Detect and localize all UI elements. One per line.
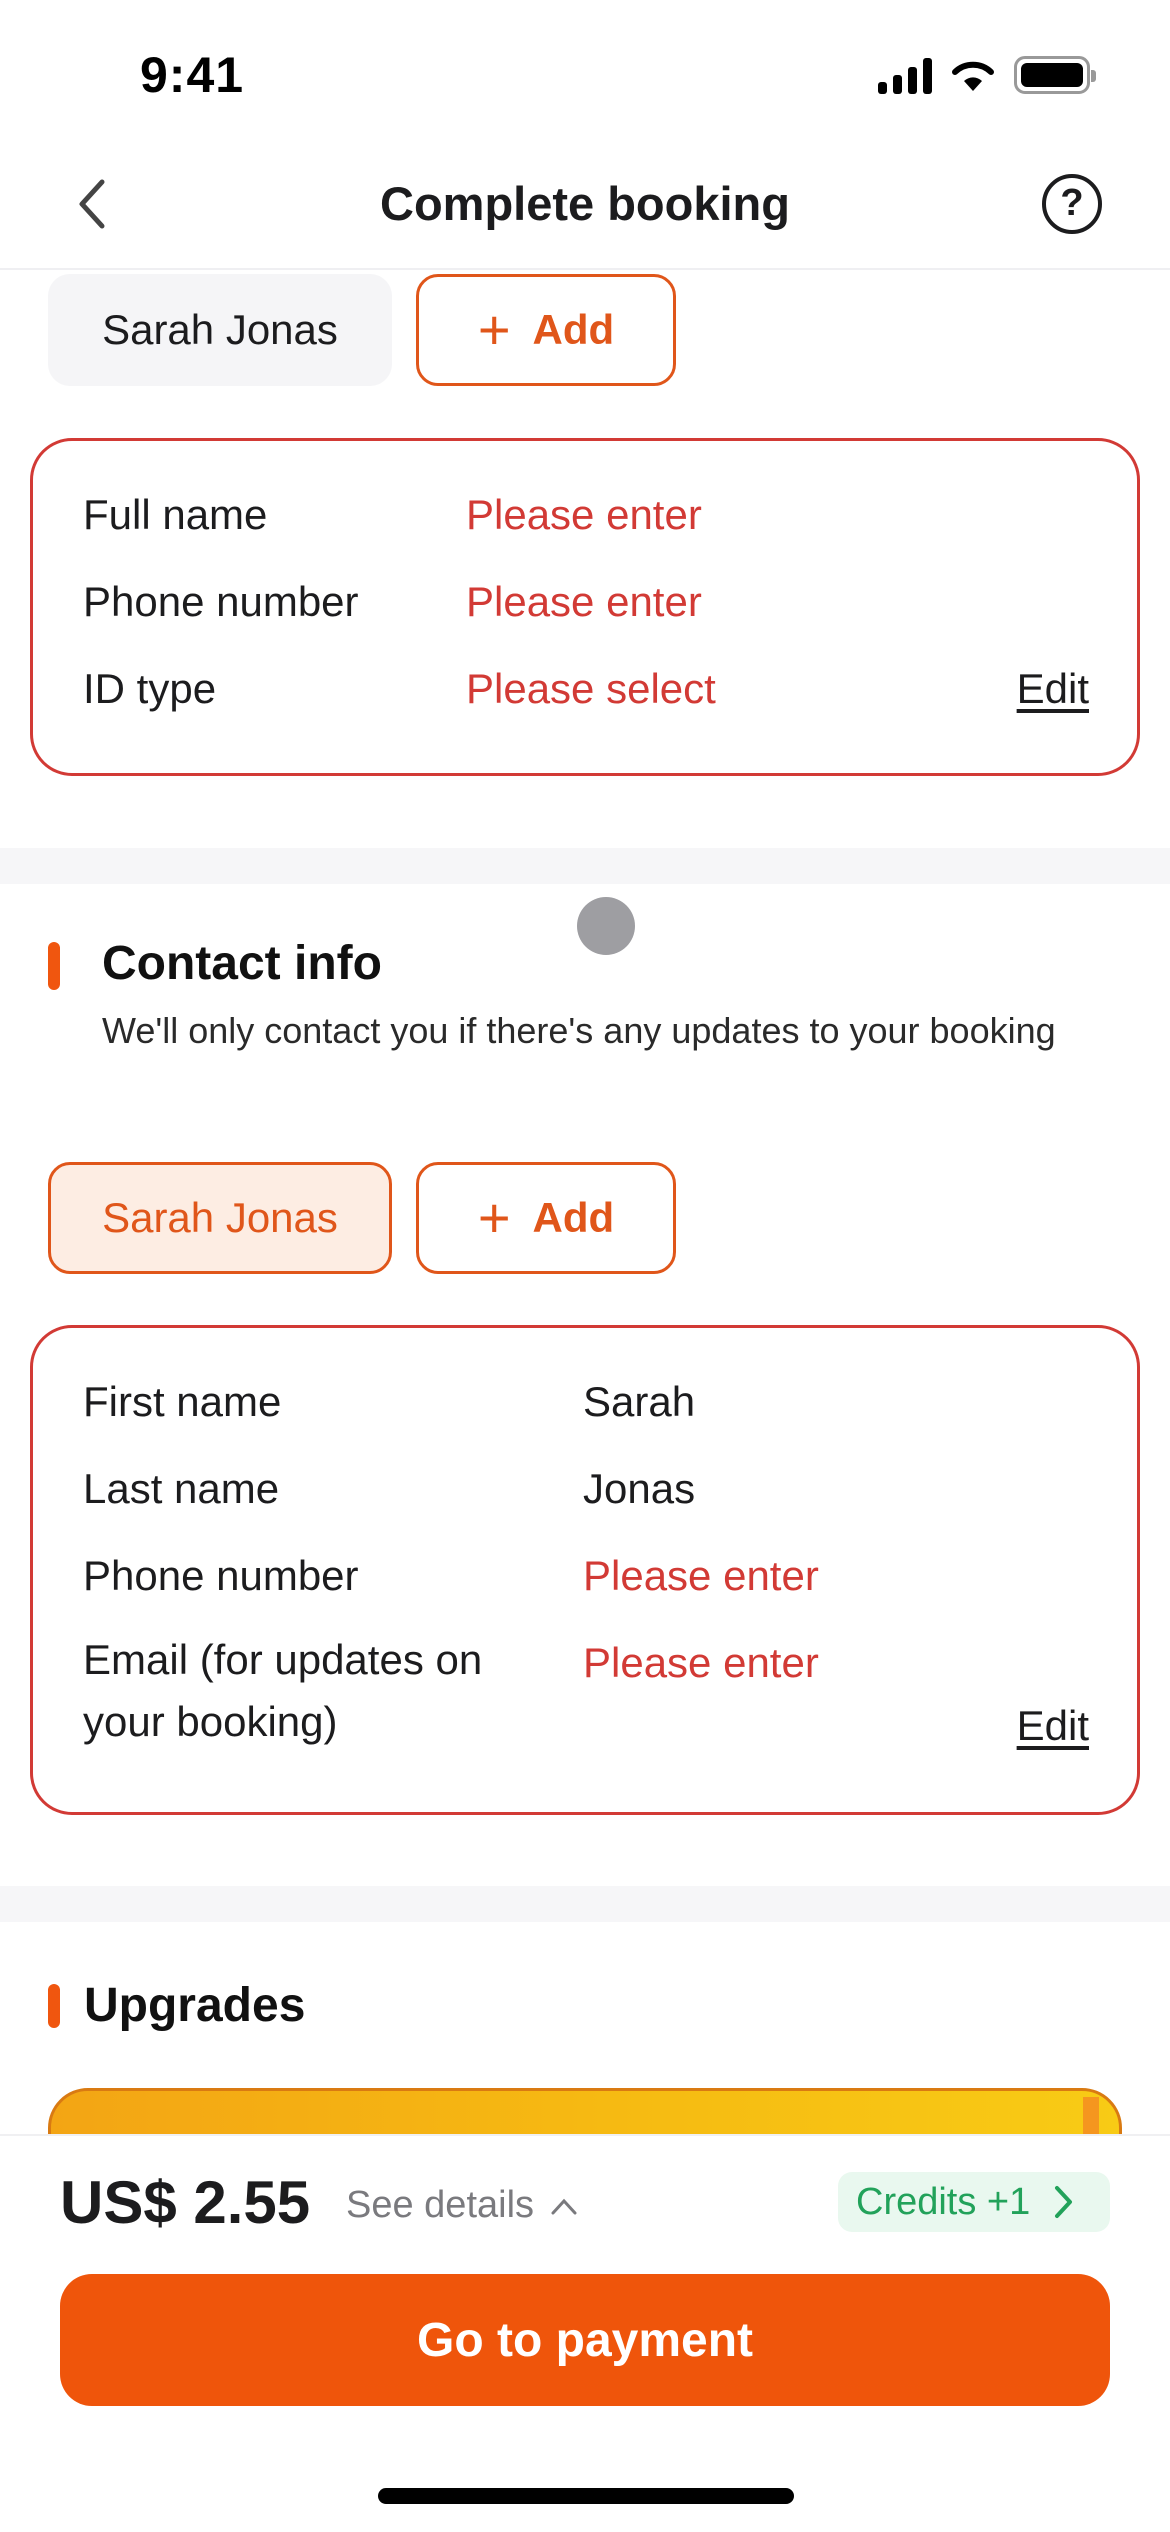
field-value-phone-number[interactable]: Please enter bbox=[583, 1552, 819, 1600]
section-accent-bar bbox=[48, 1984, 60, 2028]
page-title: Complete booking bbox=[380, 177, 790, 230]
status-time: 9:41 bbox=[140, 47, 245, 103]
field-label-first-name: First name bbox=[83, 1378, 282, 1425]
credits-badge[interactable]: Credits +1 bbox=[838, 2172, 1110, 2232]
status-icons bbox=[878, 56, 1096, 94]
field-label-phone-number: Phone number bbox=[83, 578, 359, 625]
see-details-link[interactable]: See details bbox=[346, 2184, 579, 2227]
home-indicator bbox=[378, 2488, 794, 2504]
chip-label: Sarah Jonas bbox=[102, 1194, 338, 1241]
field-label-last-name: Last name bbox=[83, 1465, 280, 1512]
chip-label: Sarah Jonas bbox=[102, 306, 338, 353]
traveler-details-card[interactable]: Full name Please enter Phone number Plea… bbox=[30, 438, 1140, 776]
upgrades-title: Upgrades bbox=[84, 1979, 306, 2032]
status-bar: 9:41 bbox=[0, 0, 1170, 150]
edit-contact-link[interactable]: Edit bbox=[1017, 1702, 1089, 1750]
contact-chip-sarah-jonas[interactable]: Sarah Jonas bbox=[48, 1162, 392, 1274]
add-label: Add bbox=[532, 306, 615, 353]
section-accent-bar bbox=[48, 942, 60, 990]
chevron-right-icon bbox=[1055, 2186, 1073, 2218]
field-value-last-name[interactable]: Jonas bbox=[583, 1465, 695, 1513]
traveler-chip-sarah-jonas[interactable]: Sarah Jonas bbox=[48, 274, 392, 386]
section-divider bbox=[0, 848, 1170, 884]
add-contact-button[interactable]: + Add bbox=[416, 1162, 676, 1274]
wifi-icon bbox=[952, 61, 994, 91]
contact-details-card[interactable]: First name Sarah Last name Jonas Phone n… bbox=[30, 1325, 1140, 1815]
field-value-first-name[interactable]: Sarah bbox=[583, 1378, 695, 1426]
plus-icon: + bbox=[477, 298, 511, 361]
contact-chip-row: Sarah Jonas + Add bbox=[48, 1162, 676, 1274]
contact-info-subtitle: We'll only contact you if there's any up… bbox=[102, 1010, 1056, 1051]
field-value-id-type[interactable]: Please select bbox=[466, 665, 716, 713]
touch-indicator bbox=[577, 897, 635, 955]
credits-label: Credits +1 bbox=[856, 2180, 1031, 2223]
chevron-up-icon bbox=[551, 2198, 577, 2215]
field-label-full-name: Full name bbox=[83, 491, 268, 538]
question-circle-icon[interactable]: ? bbox=[1042, 174, 1102, 234]
add-label: Add bbox=[532, 1194, 615, 1241]
contact-info-title: Contact info bbox=[102, 937, 382, 990]
section-divider bbox=[0, 1886, 1170, 1922]
field-label-email: Email (for updates on your booking) bbox=[83, 1636, 483, 1745]
field-value-email[interactable]: Please enter bbox=[583, 1639, 819, 1687]
field-value-phone-number[interactable]: Please enter bbox=[466, 578, 702, 626]
field-label-id-type: ID type bbox=[83, 665, 217, 712]
go-to-payment-button[interactable]: Go to payment bbox=[60, 2274, 1110, 2406]
field-label-phone-number: Phone number bbox=[83, 1552, 359, 1599]
traveler-chip-row: Sarah Jonas + Add bbox=[48, 274, 676, 386]
edit-traveler-link[interactable]: Edit bbox=[1017, 665, 1089, 713]
total-price: US$ 2.55 bbox=[60, 2169, 311, 2236]
add-traveler-button[interactable]: + Add bbox=[416, 274, 676, 386]
plus-icon: + bbox=[477, 1186, 511, 1249]
see-details-label: See details bbox=[346, 2184, 535, 2226]
field-value-full-name[interactable]: Please enter bbox=[466, 491, 702, 539]
cellular-signal-icon bbox=[878, 56, 932, 94]
checkout-bar: US$ 2.55 See details Credits +1 Go to pa… bbox=[0, 2134, 1170, 2532]
nav-bar: Complete booking ? bbox=[0, 150, 1170, 270]
battery-icon bbox=[1014, 56, 1096, 94]
